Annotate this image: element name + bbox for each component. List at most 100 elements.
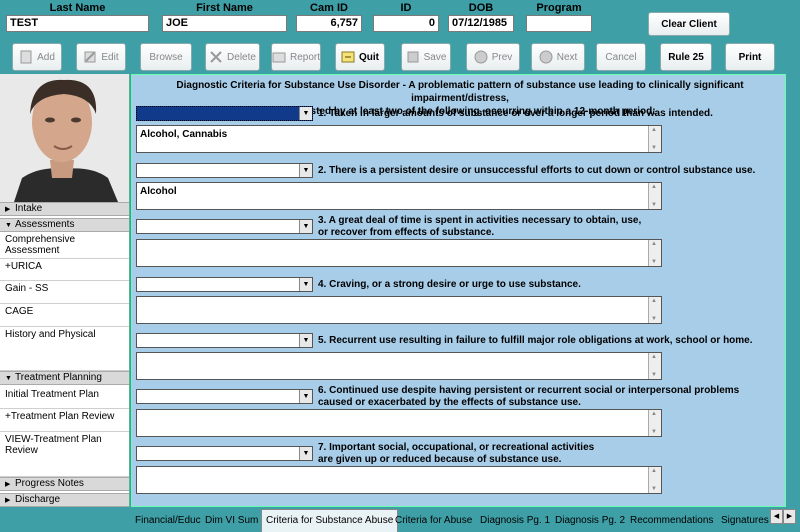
tab-dim-vi-sum[interactable]: Dim VI Sum xyxy=(201,511,262,530)
criterion-7-line-1: 7. Important social, occupational, or re… xyxy=(318,442,595,453)
caret-down-icon: ▼ xyxy=(5,222,12,229)
cam-id-field[interactable]: 6,757 xyxy=(296,15,362,32)
sidebar-item-history-physical[interactable]: History and Physical xyxy=(0,327,129,371)
criterion-5-notes[interactable] xyxy=(136,352,662,380)
pencil-icon xyxy=(83,50,97,64)
tab-recommendations[interactable]: Recommendations xyxy=(626,511,717,530)
tab-diagnosis-pg2[interactable]: Diagnosis Pg. 2 xyxy=(551,511,629,530)
client-photo xyxy=(0,74,129,202)
sidebar-item-view-treatment-plan-review[interactable]: VIEW-Treatment Plan Review xyxy=(0,432,129,477)
sidebar-item-urica[interactable]: +URICA xyxy=(0,259,129,281)
dropdown-arrow-icon: ▼ xyxy=(299,390,312,403)
criterion-5-line-1: 5. Recurrent use resulting in failure to… xyxy=(318,335,753,346)
criterion-1-notes[interactable]: Alcohol, Cannabis xyxy=(136,125,662,153)
dropdown-arrow-icon: ▼ xyxy=(299,164,312,177)
rule25-label: Rule 25 xyxy=(668,51,704,63)
notes-scrollbar[interactable] xyxy=(648,353,661,379)
delete-button[interactable]: Delete xyxy=(205,43,260,71)
print-button[interactable]: Print xyxy=(725,43,775,71)
criterion-6-notes[interactable] xyxy=(136,409,662,437)
criterion-4-text: 4. Craving, or a strong desire or urge t… xyxy=(318,279,773,291)
cancel-label: Cancel xyxy=(605,51,637,63)
sidebar-item-comprehensive-assessment[interactable]: Comprehensive Assessment xyxy=(0,234,129,259)
progress-notes-label: Progress Notes xyxy=(15,478,84,489)
last-name-field[interactable]: TEST xyxy=(6,15,149,32)
notes-scrollbar[interactable] xyxy=(648,410,661,436)
sidebar: ▶ Intake ▼ Assessments Comprehensive Asses… xyxy=(0,74,130,507)
cancel-button[interactable]: Cancel xyxy=(596,43,646,71)
sidebar-section-treatment-planning[interactable]: ▼ Treatment Planning xyxy=(0,371,129,385)
tab-scroll-right-icon[interactable]: ▶ xyxy=(783,509,796,524)
criterion-3-dropdown[interactable]: ▼ xyxy=(136,219,313,234)
criterion-4-notes[interactable] xyxy=(136,296,662,324)
criterion-4-dropdown[interactable]: ▼ xyxy=(136,277,313,292)
criterion-6-dropdown[interactable]: ▼ xyxy=(136,389,313,404)
criterion-7-notes[interactable] xyxy=(136,466,662,494)
caret-right-icon: ▶ xyxy=(5,481,11,488)
notes-scrollbar[interactable] xyxy=(648,240,661,266)
criterion-1-dropdown[interactable]: ▼ xyxy=(136,106,313,121)
notes-scrollbar[interactable] xyxy=(648,126,661,152)
browse-button[interactable]: Browse xyxy=(140,43,192,71)
clear-client-button[interactable]: Clear Client xyxy=(648,12,730,36)
sidebar-item-gain-ss[interactable]: Gain - SS xyxy=(0,281,129,304)
prev-button[interactable]: Prev xyxy=(466,43,520,71)
sidebar-item-treatment-plan-review[interactable]: +Treatment Plan Review xyxy=(0,409,129,432)
criteria-panel: Diagnostic Criteria for Substance Use Di… xyxy=(131,74,786,507)
criterion-7-dropdown[interactable]: ▼ xyxy=(136,446,313,461)
assessments-label: Assessments xyxy=(15,219,75,230)
rule25-button[interactable]: Rule 25 xyxy=(660,43,712,71)
first-name-field[interactable]: JOE xyxy=(162,15,287,32)
quit-label: Quit xyxy=(359,51,379,63)
criterion-7-text: 7. Important social, occupational, or re… xyxy=(318,442,773,466)
tab-criteria-for-abuse[interactable]: Criteria for Abuse xyxy=(391,511,476,530)
notes-scrollbar[interactable] xyxy=(648,183,661,209)
next-button[interactable]: Next xyxy=(531,43,585,71)
notes-scrollbar[interactable] xyxy=(648,467,661,493)
criterion-6-text: 6. Continued use despite having persiste… xyxy=(318,385,773,409)
cam-id-label: Cam ID xyxy=(310,2,348,14)
save-icon xyxy=(406,50,420,64)
sidebar-section-assessments[interactable]: ▼ Assessments xyxy=(0,218,129,232)
sidebar-item-initial-treatment-plan[interactable]: Initial Treatment Plan xyxy=(0,387,129,409)
caret-right-icon: ▶ xyxy=(5,497,11,504)
criterion-4-line-1: 4. Craving, or a strong desire or urge t… xyxy=(318,279,581,290)
tab-signatures[interactable]: Signatures xyxy=(717,511,773,530)
sidebar-item-cage[interactable]: CAGE xyxy=(0,304,129,327)
tab-criteria-substance-abuse[interactable]: Criteria for Substance Abuse xyxy=(261,509,399,532)
report-button[interactable]: Report xyxy=(271,43,321,71)
criterion-3-line-2: or recover from effects of substance. xyxy=(318,227,495,238)
criterion-5-text: 5. Recurrent use resulting in failure to… xyxy=(318,335,773,347)
criterion-6-line-2: caused or exacerbated by the effects of … xyxy=(318,397,581,408)
criterion-2-notes[interactable]: Alcohol xyxy=(136,182,662,210)
dropdown-arrow-icon: ▼ xyxy=(299,334,312,347)
criterion-2-dropdown[interactable]: ▼ xyxy=(136,163,313,178)
sidebar-section-discharge[interactable]: ▶ Discharge xyxy=(0,493,129,507)
criterion-3-notes[interactable] xyxy=(136,239,662,267)
edit-button[interactable]: Edit xyxy=(76,43,126,71)
dob-field[interactable]: 07/12/1985 xyxy=(448,15,514,32)
notes-scrollbar[interactable] xyxy=(648,297,661,323)
treatment-planning-label: Treatment Planning xyxy=(15,372,102,383)
criterion-2-text: 2. There is a persistent desire or unsuc… xyxy=(318,165,773,177)
tab-diagnosis-pg1[interactable]: Diagnosis Pg. 1 xyxy=(476,511,554,530)
id-label: ID xyxy=(400,2,412,14)
criterion-2-line-1: 2. There is a persistent desire or unsuc… xyxy=(318,165,756,176)
program-field[interactable] xyxy=(526,15,592,32)
tab-scroll-left-icon[interactable]: ◀ xyxy=(770,509,783,524)
sidebar-section-progress-notes[interactable]: ▶ Progress Notes xyxy=(0,477,129,491)
tab-financial-educ[interactable]: Financial/Educ xyxy=(131,511,205,530)
id-field[interactable]: 0 xyxy=(373,15,439,32)
quit-icon xyxy=(341,50,355,64)
next-label: Next xyxy=(556,51,578,63)
quit-button[interactable]: Quit xyxy=(335,43,385,71)
first-name-label: First Name xyxy=(196,2,253,14)
add-button[interactable]: Add xyxy=(12,43,62,71)
save-button[interactable]: Save xyxy=(401,43,451,71)
dropdown-arrow-icon: ▼ xyxy=(299,220,312,233)
dropdown-arrow-icon: ▼ xyxy=(299,107,312,120)
main-scrollbar[interactable] xyxy=(786,74,798,507)
sidebar-section-intake[interactable]: ▶ Intake xyxy=(0,202,129,216)
report-icon xyxy=(272,50,286,64)
criterion-5-dropdown[interactable]: ▼ xyxy=(136,333,313,348)
